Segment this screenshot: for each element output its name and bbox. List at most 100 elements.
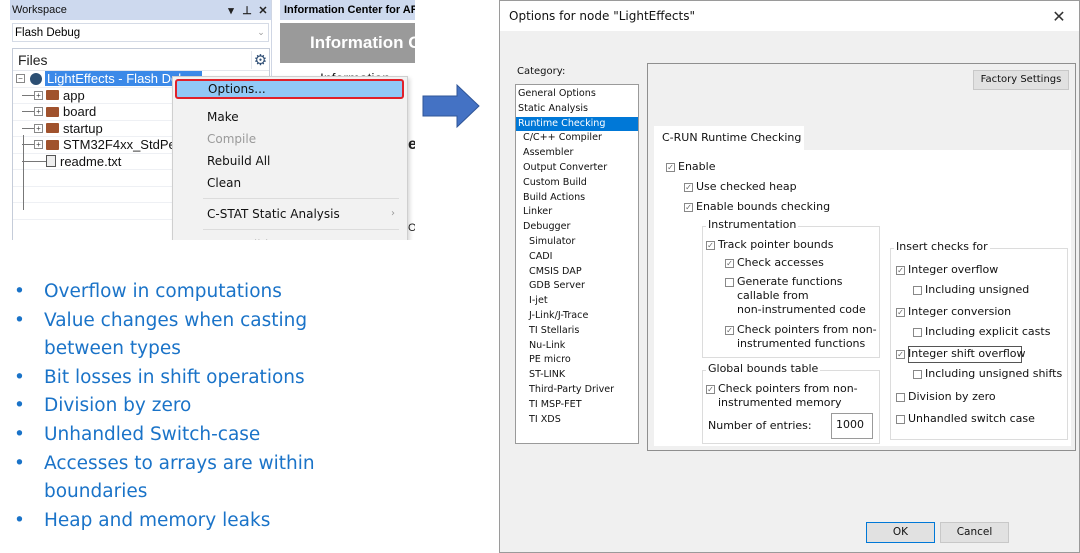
checkbox-icon: ✓: [666, 163, 675, 172]
dropdown-icon[interactable]: ▾: [223, 4, 239, 17]
category-item-c-c-compiler[interactable]: C/C++ Compiler: [516, 131, 638, 146]
info-center-text: ON: [408, 222, 415, 234]
checkbox-label: Unhandled switch case: [908, 412, 1035, 425]
tree-item-label: board: [63, 104, 97, 120]
category-item-debugger[interactable]: Debugger: [516, 220, 638, 235]
category-item-third-party-driver[interactable]: Third-Party Driver: [516, 383, 638, 398]
checkbox-label: Use checked heap: [696, 180, 797, 193]
check-pointers-functions-checkbox[interactable]: ✓ Check pointers from non- instrumented f…: [725, 323, 877, 351]
category-item-custom-build[interactable]: Custom Build: [516, 176, 638, 191]
category-item-ti-msp-fet[interactable]: TI MSP-FET: [516, 398, 638, 413]
gear-icon[interactable]: ⚙: [251, 50, 269, 69]
category-item-static-analysis[interactable]: Static Analysis: [516, 102, 638, 117]
category-item-output-converter[interactable]: Output Converter: [516, 161, 638, 176]
category-item-i-jet[interactable]: I-jet: [516, 294, 638, 309]
enable-checkbox[interactable]: ✓ Enable: [666, 160, 715, 174]
category-item-build-actions[interactable]: Build Actions: [516, 191, 638, 206]
including-unsigned-checkbox[interactable]: Including unsigned: [913, 283, 1029, 297]
pin-icon[interactable]: ⊥: [239, 4, 255, 17]
category-item-assembler[interactable]: Assembler: [516, 146, 638, 161]
checkbox-label: Integer overflow: [908, 263, 999, 276]
number-of-entries-input[interactable]: 1000: [831, 413, 873, 439]
arrow-right-icon: [422, 83, 480, 129]
category-item-st-link[interactable]: ST-LINK: [516, 368, 638, 383]
division-by-zero-checkbox[interactable]: Division by zero: [896, 390, 996, 404]
category-item-general-options[interactable]: General Options: [516, 87, 638, 102]
unhandled-switch-case-checkbox[interactable]: Unhandled switch case: [896, 412, 1035, 426]
check-accesses-checkbox[interactable]: ✓ Check accesses: [725, 256, 824, 270]
category-item-simulator[interactable]: Simulator: [516, 235, 638, 250]
including-explicit-casts-checkbox[interactable]: Including explicit casts: [913, 325, 1050, 339]
collapse-icon[interactable]: −: [16, 74, 25, 84]
field-label: Number of entries:: [708, 419, 812, 432]
expand-icon[interactable]: +: [34, 90, 43, 100]
tree-branch: [22, 160, 46, 162]
menu-item-cstat[interactable]: C-STAT Static Analysis ›: [173, 203, 407, 225]
checkbox-icon: ✓: [725, 259, 734, 268]
menu-item-rebuild-all[interactable]: Rebuild All: [173, 150, 407, 172]
category-item-ti-xds[interactable]: TI XDS: [516, 413, 638, 428]
category-item-cmsis-dap[interactable]: CMSIS DAP: [516, 265, 638, 280]
integer-overflow-checkbox[interactable]: ✓ Integer overflow: [896, 263, 998, 277]
menu-item-stop-build[interactable]: Stop Build: [173, 234, 407, 240]
category-item-linker[interactable]: Linker: [516, 205, 638, 220]
integer-shift-overflow-checkbox[interactable]: ✓ Integer shift overflow: [896, 347, 1026, 361]
info-center-text: e: [408, 136, 415, 153]
including-unsigned-shifts-checkbox[interactable]: Including unsigned shifts: [913, 367, 1062, 381]
menu-item-label: Make: [207, 110, 239, 124]
checkbox-icon: [913, 328, 922, 337]
checkbox-icon: [913, 370, 922, 379]
category-list[interactable]: General Options Static Analysis Runtime Ch…: [515, 84, 639, 444]
track-pointer-bounds-checkbox[interactable]: ✓ Track pointer bounds: [706, 238, 834, 252]
category-item-pe-micro[interactable]: PE micro: [516, 353, 638, 368]
expand-icon[interactable]: +: [34, 140, 43, 150]
checkbox-icon: [896, 415, 905, 424]
options-dialog: Options for node "LightEffects" ✕ Catego…: [499, 0, 1080, 553]
checkbox-icon: ✓: [684, 183, 693, 192]
category-item-j-link-j-trace[interactable]: J-Link/J-Trace: [516, 309, 638, 324]
category-item-cadi[interactable]: CADI: [516, 250, 638, 265]
use-checked-heap-checkbox[interactable]: ✓ Use checked heap: [684, 180, 797, 194]
cancel-button[interactable]: Cancel: [940, 522, 1009, 543]
instrumentation-title: Instrumentation: [706, 218, 799, 231]
bullet-item: Unhandled Switch-case: [14, 421, 374, 450]
check-pointers-memory-checkbox[interactable]: ✓ Check pointers from non- instrumented m…: [706, 382, 858, 410]
menu-item-compile[interactable]: Compile: [173, 128, 407, 150]
feature-bullet-list: Overflow in computations Value changes w…: [14, 278, 374, 535]
folder-icon: [46, 90, 59, 101]
menu-item-options[interactable]: Options...: [175, 79, 404, 99]
bullet-item: Bit losses in shift operations: [14, 364, 374, 393]
info-center-title: Information Center for ARM: [280, 0, 415, 20]
checkbox-icon: ✓: [706, 385, 715, 394]
ide-screenshot: Workspace ▾ ⊥ ✕ Flash Debug ⌄ Files ⚙ − …: [10, 0, 415, 240]
checkbox-label: Check pointers from non- instrumented fu…: [737, 323, 877, 350]
integer-conversion-checkbox[interactable]: ✓ Integer conversion: [896, 305, 1011, 319]
info-center-banner: Information Center: [280, 23, 415, 63]
checkbox-icon: ✓: [725, 326, 734, 335]
configuration-select[interactable]: Flash Debug ⌄: [12, 23, 269, 42]
expand-icon[interactable]: +: [34, 123, 43, 133]
workspace-titlebar: Workspace ▾ ⊥ ✕: [10, 0, 271, 20]
checkbox-icon: ✓: [896, 350, 905, 359]
category-item-ti-stellaris[interactable]: TI Stellaris: [516, 324, 638, 339]
ok-button[interactable]: OK: [866, 522, 935, 543]
generate-functions-checkbox[interactable]: Generate functions callable from non-ins…: [725, 275, 866, 317]
close-icon[interactable]: ✕: [255, 4, 271, 17]
enable-bounds-checking-checkbox[interactable]: ✓ Enable bounds checking: [684, 200, 830, 214]
category-item-nu-link[interactable]: Nu-Link: [516, 339, 638, 354]
checkbox-label: Enable bounds checking: [696, 200, 831, 213]
checkbox-label: Including explicit casts: [925, 325, 1051, 338]
menu-item-clean[interactable]: Clean: [173, 172, 407, 194]
files-header: Files ⚙: [13, 49, 269, 71]
category-item-runtime-checking[interactable]: Runtime Checking: [516, 116, 638, 132]
expand-icon[interactable]: +: [34, 107, 43, 117]
folder-icon: [46, 106, 59, 117]
menu-item-label: Stop Build: [207, 238, 268, 240]
category-item-gdb-server[interactable]: GDB Server: [516, 279, 638, 294]
close-icon[interactable]: ✕: [1039, 7, 1079, 26]
factory-settings-button[interactable]: Factory Settings: [973, 70, 1069, 90]
bullet-item: Value changes when casting between types: [14, 307, 374, 364]
menu-item-make[interactable]: Make: [173, 106, 407, 128]
tab-c-run-runtime-checking[interactable]: C-RUN Runtime Checking: [654, 126, 804, 150]
number-of-entries-label: Number of entries:: [708, 419, 812, 433]
